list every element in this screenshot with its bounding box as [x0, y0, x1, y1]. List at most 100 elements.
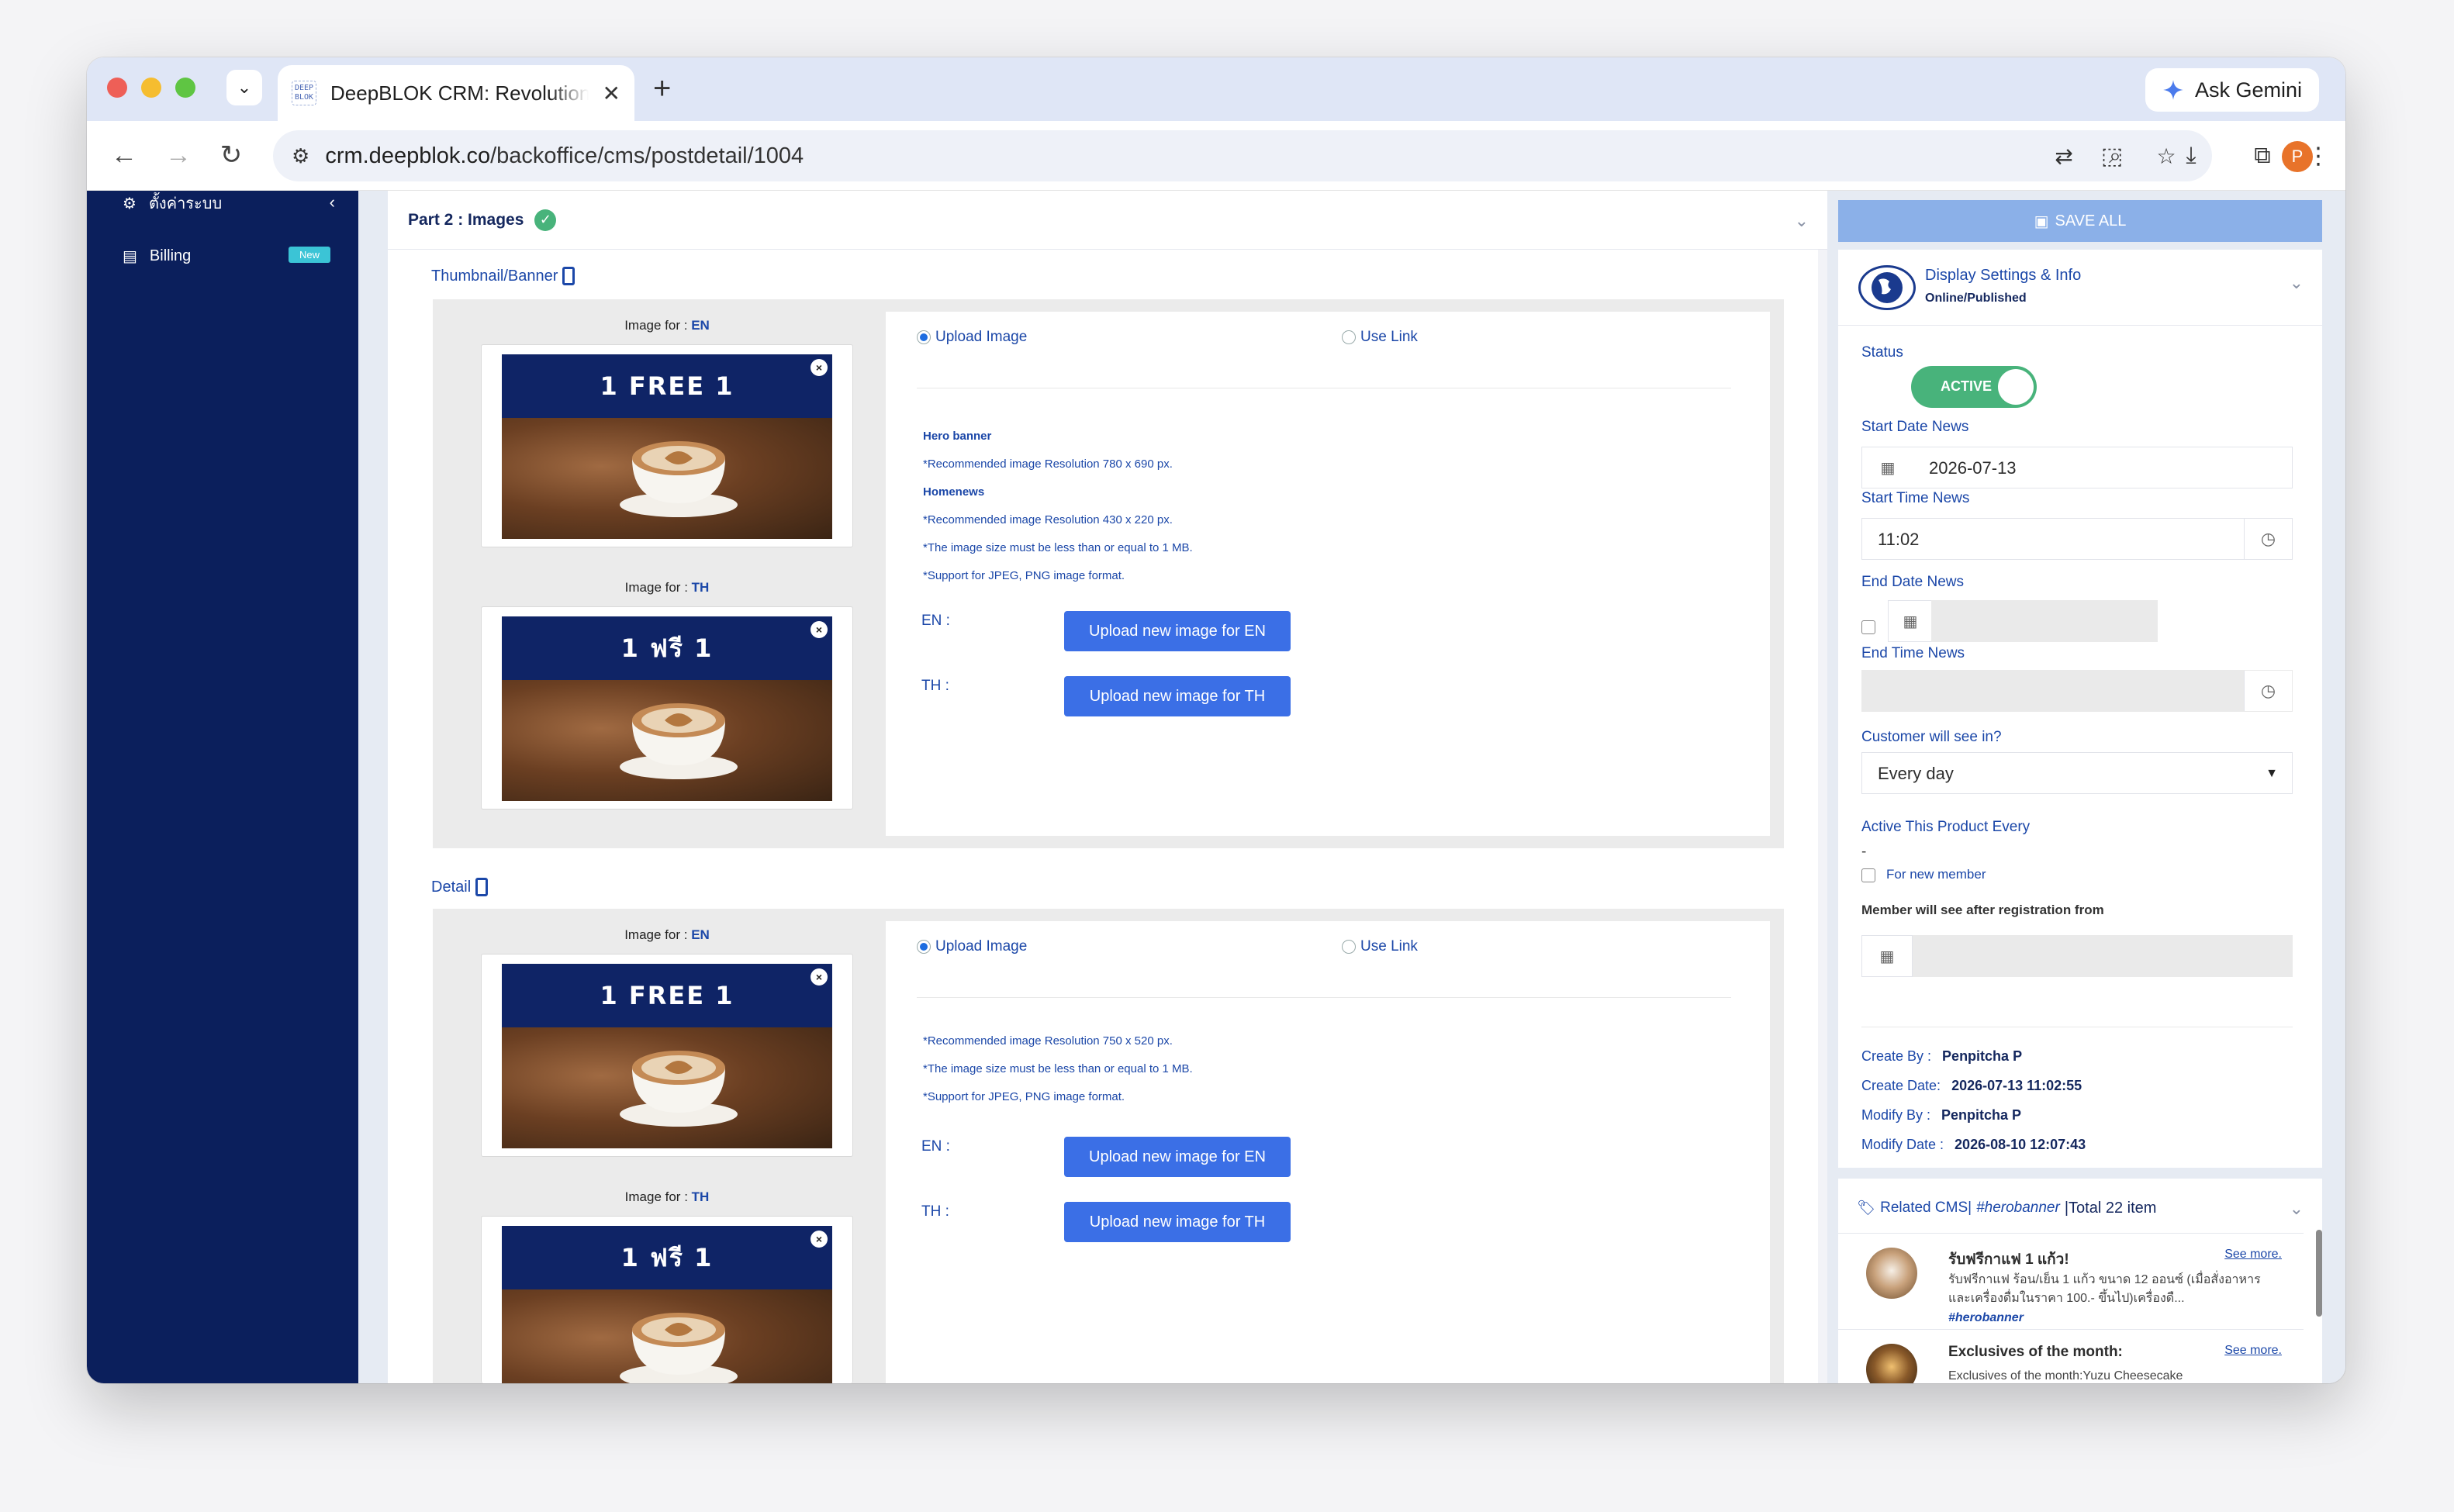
radio-selected-icon: [917, 330, 931, 344]
minimize-window-button[interactable]: [141, 78, 161, 98]
see-more-link[interactable]: See more.: [2224, 1248, 2282, 1262]
coffee-photo: [502, 680, 832, 801]
part2-title: Part 2 : Images: [408, 210, 524, 229]
list-item[interactable]: Exclusives of the month: See more. Exclu…: [1838, 1329, 2304, 1383]
upload-en-button[interactable]: Upload new image for EN: [1064, 611, 1291, 651]
favicon-icon: DEEP BLOK: [292, 81, 316, 105]
end-date-calendar-addon: ▦: [1888, 600, 1931, 642]
chevron-down-icon[interactable]: ⌄: [2290, 273, 2304, 293]
address-bar[interactable]: ⚙ crm.deepblok.co/backoffice/cms/postdet…: [273, 130, 2212, 181]
browser-tab[interactable]: DEEP BLOK DeepBLOK CRM: Revolutionize ✕: [278, 65, 634, 121]
radio-selected-icon: [917, 940, 931, 954]
image-for-en-label: Image for : EN: [624, 927, 710, 942]
coffee-cup-icon: [620, 703, 738, 779]
chevron-down-icon[interactable]: ⌄: [1795, 211, 1809, 231]
radio-unselected-icon: [1342, 940, 1356, 954]
related-tag[interactable]: #herobanner: [1948, 1311, 2024, 1325]
detail-images-column: Image for : EN 1 FREE 1 × Image for: TH…: [481, 909, 853, 1383]
end-date-label: End Date News: [1861, 574, 1965, 590]
upload-en-button[interactable]: Upload new image for EN: [1064, 1137, 1291, 1177]
translate-icon[interactable]: ⇄: [2049, 141, 2079, 171]
download-icon[interactable]: ⤓: [2173, 138, 2209, 174]
sidebar-item-settings[interactable]: ⚙ ตั้งค่าระบบ: [123, 191, 222, 216]
member-see-date-input[interactable]: ▦: [1861, 935, 2293, 977]
customer-see-select[interactable]: Every day ▼: [1861, 752, 2293, 794]
remove-image-icon[interactable]: ×: [811, 359, 828, 376]
upload-image-radio[interactable]: Upload Image: [917, 329, 1027, 346]
chevron-down-icon[interactable]: ⌄: [2290, 1199, 2304, 1219]
clock-icon[interactable]: ◷: [2244, 519, 2292, 559]
tab-close-icon[interactable]: ✕: [603, 81, 620, 106]
extension-puzzle-icon[interactable]: ⬚: [2094, 138, 2130, 174]
image-for-en-label: Image for : EN: [624, 318, 710, 333]
new-member-label: For new member: [1886, 867, 1986, 882]
modify-date-row: Modify Date :2026-08-10 12:07:43: [1861, 1137, 2086, 1152]
caret-down-icon: ▼: [2266, 767, 2278, 780]
coffee-photo: [502, 1027, 832, 1148]
thumbnail-images-column: Image for : EN 1 FREE 1 × Image for: TH…: [481, 299, 853, 848]
clock-icon[interactable]: ◷: [2244, 671, 2292, 711]
display-settings-header[interactable]: Display Settings & Info Online/Published…: [1838, 250, 2322, 326]
related-title: Exclusives of the month:: [1948, 1344, 2123, 1360]
forward-arrow-icon[interactable]: →: [160, 136, 197, 174]
th-label: TH :: [921, 678, 949, 694]
save-disk-icon: ▣: [2034, 212, 2049, 230]
calendar-icon: ▦: [1903, 613, 1918, 630]
hint-text: *Support for JPEG, PNG image format.: [923, 1090, 1125, 1103]
reload-icon[interactable]: ↻: [213, 136, 250, 174]
save-all-button[interactable]: ▣ SAVE ALL: [1838, 200, 2322, 242]
display-settings-card: Display Settings & Info Online/Published…: [1838, 250, 2322, 1168]
collapse-chevron-icon[interactable]: ‹: [330, 192, 335, 212]
thumbnail-section-label: Thumbnail/Banner: [431, 267, 575, 285]
active-every-value: -: [1861, 844, 1867, 860]
thumbnail-en-banner-image: 1 FREE 1 ×: [502, 354, 832, 539]
more-menu-icon[interactable]: ⋮: [2307, 138, 2330, 174]
remove-image-icon[interactable]: ×: [811, 621, 828, 638]
tab-search-chevron-icon[interactable]: ⌄: [226, 70, 262, 105]
th-label: TH :: [921, 1203, 949, 1220]
upload-th-button[interactable]: Upload new image for TH: [1064, 1202, 1291, 1242]
start-time-input[interactable]: 11:02 ◷: [1861, 518, 2293, 560]
maximize-window-button[interactable]: [175, 78, 195, 98]
new-member-checkbox[interactable]: [1861, 868, 1875, 882]
coffee-photo: [502, 1289, 832, 1383]
create-by-row: Create By : Penpitcha P: [1861, 1048, 2023, 1064]
toggle-label: ACTIVE: [1941, 378, 1993, 394]
main-editor: Part 2 : Images ✓ ⌄ Thumbnail/Banner Ima…: [388, 191, 1827, 1383]
upload-image-radio[interactable]: Upload Image: [917, 938, 1027, 955]
end-time-input[interactable]: ◷: [1861, 670, 2293, 712]
see-more-link[interactable]: See more.: [2224, 1344, 2282, 1358]
ask-gemini-button[interactable]: Ask Gemini: [2145, 68, 2319, 112]
detail-section-label: Detail: [431, 878, 489, 896]
mobile-phone-icon: [562, 267, 575, 285]
en-label: EN :: [921, 613, 950, 629]
hint-text: *The image size must be less than or equ…: [923, 1062, 1193, 1075]
site-settings-icon[interactable]: ⚙: [292, 144, 309, 168]
list-item[interactable]: รับฟรีกาแฟ 1 แก้ว! See more. รับฟรีกาแฟ …: [1838, 1233, 2304, 1329]
status-toggle[interactable]: ACTIVE: [1911, 366, 2037, 408]
start-date-input[interactable]: ▦ 2026-07-13: [1861, 447, 2293, 488]
new-tab-icon[interactable]: +: [653, 71, 671, 106]
end-date-input[interactable]: [1931, 600, 2158, 642]
remove-image-icon[interactable]: ×: [811, 968, 828, 986]
hint-text: *Support for JPEG, PNG image format.: [923, 569, 1125, 582]
main-scrollbar[interactable]: [1818, 250, 1827, 1383]
calendar-icon: ▦: [1861, 935, 1913, 977]
related-scrollbar[interactable]: [2316, 1230, 2322, 1317]
close-window-button[interactable]: [107, 78, 127, 98]
coffee-cup-icon: [620, 441, 738, 517]
use-link-radio[interactable]: Use Link: [1342, 329, 1418, 346]
tab-title: DeepBLOK CRM: Revolutionize: [330, 81, 589, 105]
gear-icon: ⚙: [123, 195, 137, 212]
sidebar: ⚙ ตั้งค่าระบบ ‹ ▤ Billing New: [87, 191, 358, 1383]
extensions-icon[interactable]: ⧉: [2245, 138, 2280, 174]
related-cms-header[interactable]: 🏷 Related CMS| #herobanner |Total 22 ite…: [1857, 1199, 2156, 1217]
end-date-checkbox[interactable]: [1861, 620, 1875, 634]
use-link-radio[interactable]: Use Link: [1342, 938, 1418, 955]
part2-header[interactable]: Part 2 : Images ✓ ⌄: [388, 191, 1827, 250]
upload-th-button[interactable]: Upload new image for TH: [1064, 676, 1291, 716]
back-arrow-icon[interactable]: ←: [105, 136, 143, 174]
sidebar-item-billing[interactable]: ▤ Billing: [123, 247, 191, 266]
thumbnail-th-banner-image: 1 ฟรี 1 ×: [502, 616, 832, 801]
remove-image-icon[interactable]: ×: [811, 1231, 828, 1248]
